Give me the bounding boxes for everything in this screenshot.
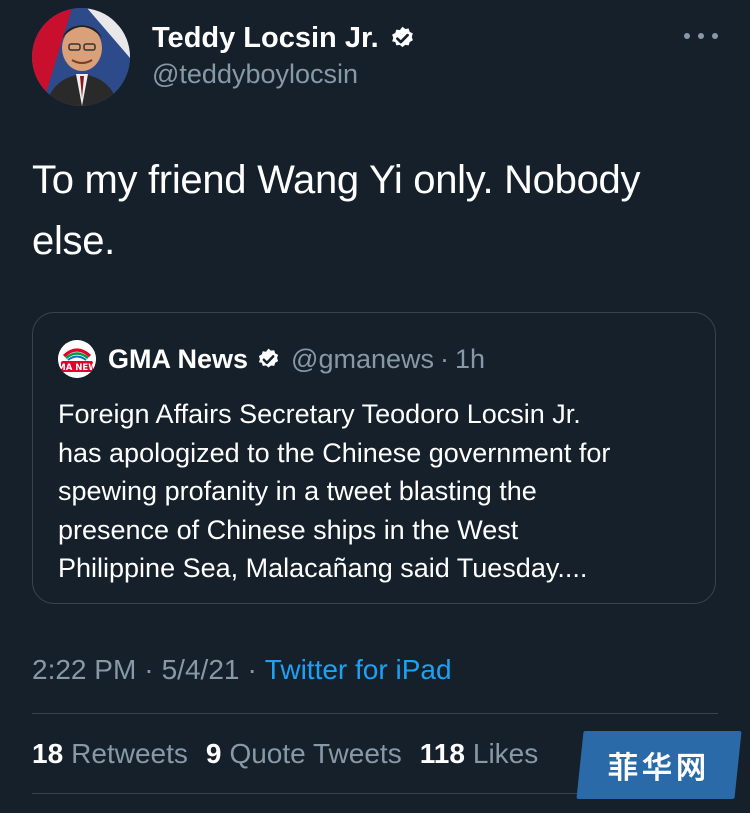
quoted-tweet-text: Foreign Affairs Secretary Teodoro Locsin… xyxy=(58,395,708,588)
likes-stat[interactable]: 118 Likes xyxy=(420,736,539,772)
quoted-tweet-header: GMA NEWS GMA News @gmanews · 1h xyxy=(58,340,486,378)
separator-dot: · xyxy=(440,343,449,374)
tweet-text-line: else. xyxy=(32,219,115,263)
tweet-text: To my friend Wang Yi only. Nobody else. xyxy=(32,150,722,272)
tweet-stats: 18 Retweets 9 Quote Tweets 118 Likes xyxy=(32,736,556,772)
quote-tweets-label: Quote Tweets xyxy=(229,738,402,769)
quote-tweets-stat[interactable]: 9 Quote Tweets xyxy=(206,736,402,772)
quote-tweets-count: 9 xyxy=(205,738,222,769)
tweet-detail: Teddy Locsin Jr. @teddyboylocsin To my f… xyxy=(0,0,750,813)
tweet-text-line: To my friend Wang Yi only. Nobody xyxy=(32,158,641,202)
tweet-meta: 2:22 PM · 5/4/21 · Twitter for iPad xyxy=(32,652,452,688)
quoted-author-name: GMA News xyxy=(108,343,249,374)
likes-label: Likes xyxy=(472,738,539,769)
quoted-text-line: spewing profanity in a tweet blasting th… xyxy=(58,476,537,506)
retweets-stat[interactable]: 18 Retweets xyxy=(32,736,188,772)
verified-badge-icon xyxy=(256,347,281,372)
gma-news-logo: GMA NEWS xyxy=(58,340,96,378)
author-avatar[interactable] xyxy=(32,8,130,106)
tweet-time[interactable]: 2:22 PM xyxy=(32,654,136,685)
divider xyxy=(32,713,718,714)
more-options-icon[interactable] xyxy=(684,30,718,42)
likes-count: 118 xyxy=(419,738,465,769)
author-name-row[interactable]: Teddy Locsin Jr. xyxy=(152,18,416,58)
quoted-tweet-card[interactable]: GMA NEWS GMA News @gmanews · 1h Foreign … xyxy=(32,312,716,604)
quoted-text-line: Foreign Affairs Secretary Teodoro Locsin… xyxy=(58,399,581,429)
retweets-count: 18 xyxy=(32,738,64,769)
watermark-text: 菲华网 xyxy=(608,751,710,786)
quoted-text-line: presence of Chinese ships in the West xyxy=(58,514,519,545)
author-handle[interactable]: @teddyboylocsin xyxy=(152,56,358,92)
quoted-text-line: Philippine Sea, Malacañang said Tuesday.… xyxy=(58,553,588,583)
quoted-author-handle: @gmanews xyxy=(291,343,434,374)
tweet-date[interactable]: 5/4/21 xyxy=(162,654,240,685)
verified-badge-icon xyxy=(389,25,416,52)
site-watermark: 菲华网 xyxy=(576,731,742,799)
author-name[interactable]: Teddy Locsin Jr. xyxy=(152,18,379,58)
quoted-tweet-time: 1h xyxy=(455,343,486,374)
separator-dot: · xyxy=(247,654,257,685)
quoted-text-line: has apologized to the Chinese government… xyxy=(58,437,611,468)
retweets-label: Retweets xyxy=(71,738,188,769)
tweet-source-link[interactable]: Twitter for iPad xyxy=(265,654,452,685)
separator-dot: · xyxy=(144,654,154,685)
gma-logo-text: GMA NEWS xyxy=(58,363,96,373)
